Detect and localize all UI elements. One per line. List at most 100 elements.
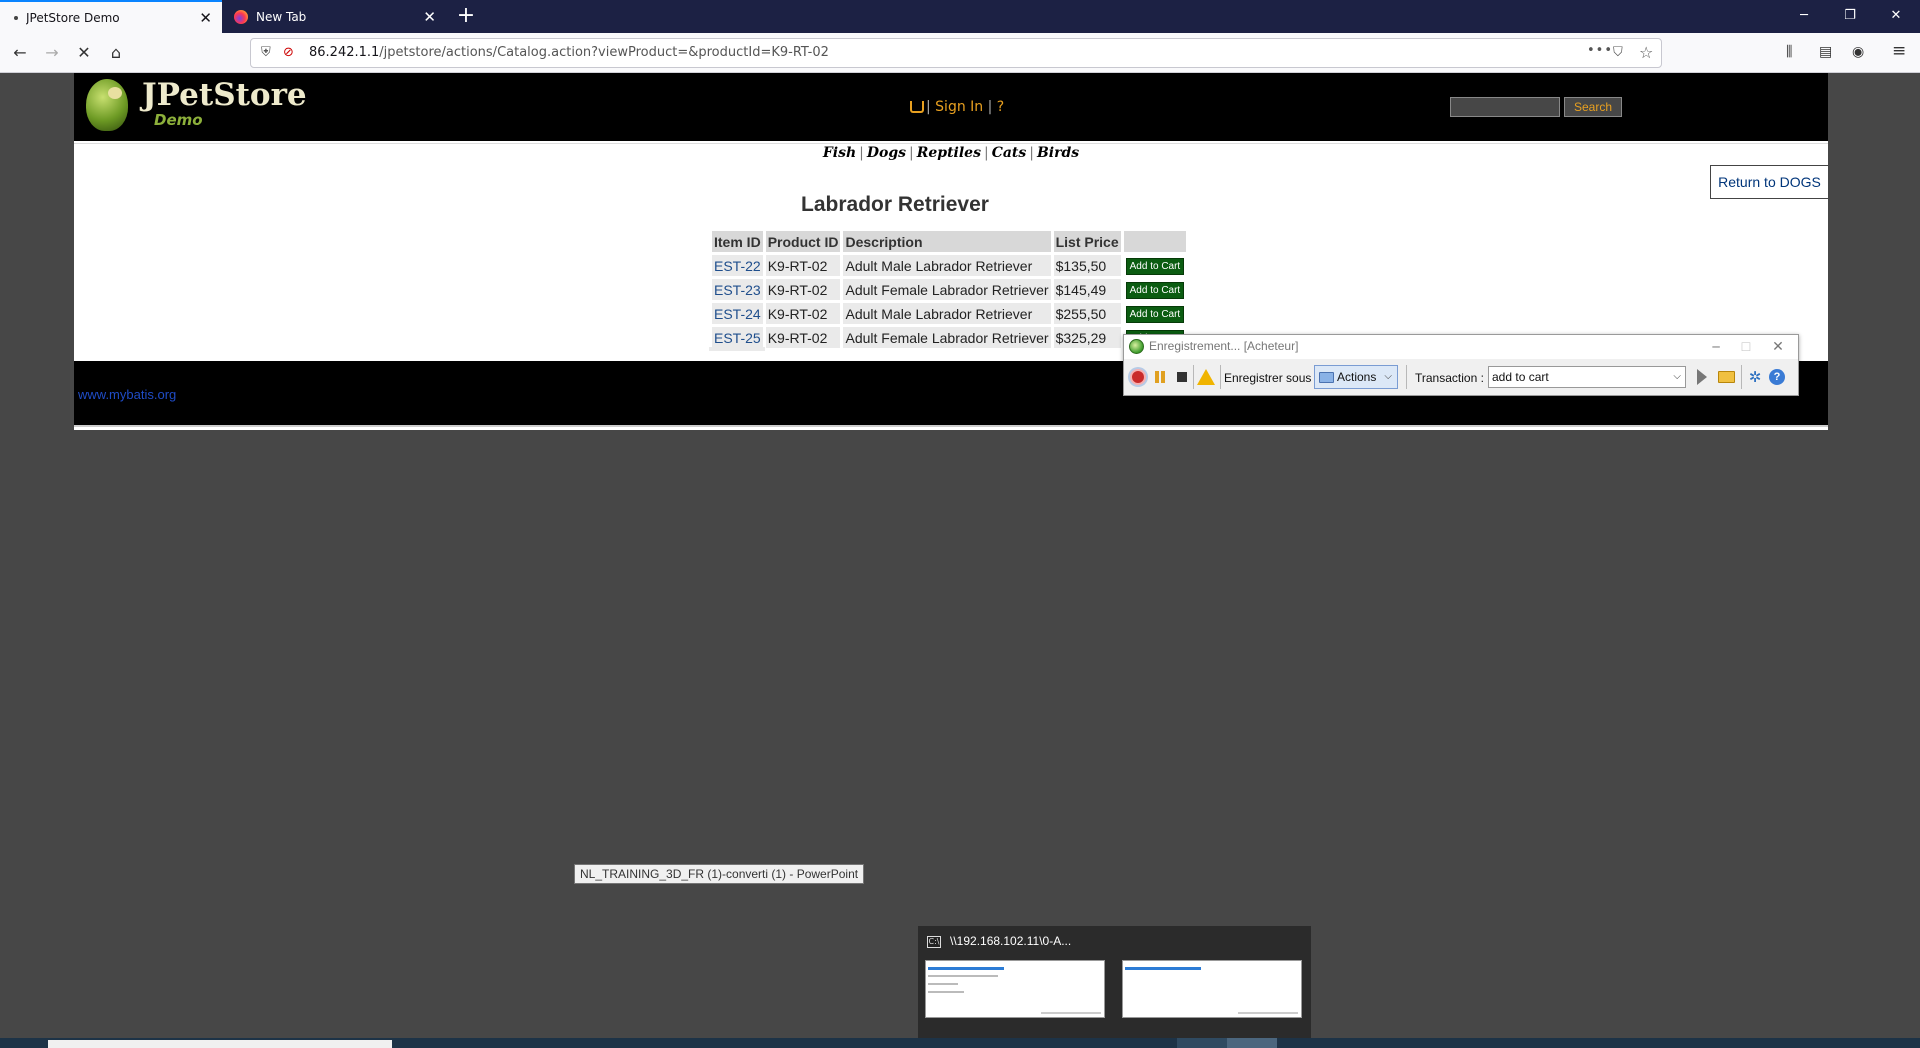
library-icon[interactable]: ⫼	[1786, 44, 1792, 60]
folder-icon	[1319, 372, 1334, 383]
new-tab-button[interactable]: +	[452, 3, 480, 31]
insecure-lock-icon[interactable]: ⊘	[283, 45, 294, 60]
preview-thumbnail[interactable]	[925, 960, 1105, 1018]
account-icon[interactable]: ◉	[1852, 44, 1864, 60]
warning-icon[interactable]	[1197, 369, 1215, 385]
category-link-reptiles[interactable]: Reptiles	[917, 145, 981, 161]
bookmark-star-icon[interactable]: ☆	[1639, 43, 1653, 62]
category-link-cats[interactable]: Cats	[992, 145, 1027, 161]
recorder-toolbar: Enregistrer sous : Actions ⌵ Transaction…	[1124, 359, 1798, 395]
thumbnail-highlight	[928, 967, 1004, 970]
transaction-value: add to cart	[1492, 370, 1549, 384]
category-link-birds[interactable]: Birds	[1037, 145, 1079, 161]
item-table: Item ID Product ID Description List Pric…	[709, 228, 1189, 351]
item-id-link[interactable]: EST-25	[712, 327, 763, 348]
cart-icon[interactable]	[910, 101, 924, 113]
tab-new-tab[interactable]: New Tab ✕	[224, 0, 446, 33]
taskbar-app-button[interactable]	[1177, 1038, 1227, 1048]
return-to-dogs-link[interactable]: Return to DOGS	[1710, 165, 1828, 199]
chevron-down-icon: ⌵	[1673, 371, 1681, 382]
table-row: EST-23 K9-RT-02 Adult Female Labrador Re…	[712, 279, 1187, 300]
sign-in-link[interactable]: Sign In	[935, 99, 983, 115]
preview-thumbnail[interactable]	[1122, 960, 1302, 1018]
navigation-toolbar: ← → ✕ ⌂ ⛨ ⊘ 86.242.1.1/jpetstore/actions…	[0, 33, 1920, 73]
terminal-icon: C:\	[927, 936, 941, 948]
settings-icon[interactable]: ✲	[1747, 369, 1763, 385]
pause-icon[interactable]	[1152, 369, 1168, 385]
search-input[interactable]	[1450, 97, 1560, 117]
chevron-down-icon: ⌵	[1384, 371, 1392, 382]
recorder-close-button[interactable]: ✕	[1763, 336, 1793, 358]
recorder-titlebar[interactable]: Enregistrement... [Acheteur] ─ ☐ ✕	[1124, 335, 1798, 359]
column-header: Product ID	[765, 231, 841, 252]
logo-title[interactable]: JPetStore	[142, 77, 307, 113]
url-text[interactable]: 86.242.1.1/jpetstore/actions/Catalog.act…	[309, 45, 829, 60]
next-arrow-icon[interactable]	[1697, 369, 1707, 385]
url-path: /jpetstore/actions/Catalog.action?viewPr…	[379, 45, 829, 60]
taskbar-search-box[interactable]	[48, 1040, 392, 1048]
browser-tab-bar: JPetStore Demo ✕ New Tab ✕ + ─ ❐ ✕	[0, 0, 1920, 33]
record-icon[interactable]	[1130, 369, 1146, 385]
column-header: Description	[843, 231, 1051, 252]
recorder-maximize-button[interactable]: ☐	[1731, 336, 1761, 358]
pocket-icon[interactable]: ⛉	[1613, 45, 1623, 60]
restore-button[interactable]: ❐	[1827, 0, 1873, 33]
header-divider	[74, 143, 1828, 144]
taskbar-app-button[interactable]	[1227, 1038, 1277, 1048]
product-id-cell: K9-RT-02	[765, 255, 841, 276]
windows-taskbar	[0, 1038, 1920, 1048]
close-icon[interactable]: ✕	[199, 9, 212, 27]
toolbar-separator	[1741, 365, 1742, 389]
parrot-logo-icon[interactable]	[86, 79, 128, 131]
toolbar-separator	[1193, 365, 1194, 389]
item-id-link[interactable]: EST-22	[712, 255, 763, 276]
item-id-link[interactable]: EST-24	[712, 303, 763, 324]
category-link-fish[interactable]: Fish	[823, 145, 856, 161]
product-id-cell: K9-RT-02	[765, 327, 841, 348]
mybatis-link[interactable]: www.mybatis.org	[78, 387, 176, 402]
forward-button[interactable]: →	[38, 39, 66, 67]
back-button[interactable]: ←	[6, 39, 34, 67]
category-link-dogs[interactable]: Dogs	[867, 145, 906, 161]
column-header: Item ID	[712, 231, 763, 252]
home-button[interactable]: ⌂	[102, 39, 130, 67]
firefox-icon	[234, 9, 248, 24]
minimize-button[interactable]: ─	[1781, 0, 1827, 33]
table-header-row: Item ID Product ID Description List Pric…	[712, 231, 1187, 252]
item-id-link[interactable]: EST-23	[712, 279, 763, 300]
price-cell: $325,29	[1053, 327, 1121, 348]
thumbnail-line	[1041, 1012, 1101, 1014]
menu-icon[interactable]: ≡	[1892, 41, 1906, 61]
description-cell: Adult Female Labrador Retriever	[843, 327, 1051, 348]
recorder-title: Enregistrement... [Acheteur]	[1149, 339, 1299, 353]
stop-reload-button[interactable]: ✕	[70, 39, 98, 67]
search-button[interactable]: Search	[1564, 97, 1622, 117]
add-to-cart-button[interactable]: Add to Cart	[1125, 258, 1185, 275]
product-id-cell: K9-RT-02	[765, 279, 841, 300]
stop-icon[interactable]	[1174, 369, 1190, 385]
close-window-button[interactable]: ✕	[1873, 0, 1919, 33]
open-folder-icon[interactable]	[1718, 371, 1735, 383]
help-icon[interactable]: ?	[1769, 369, 1785, 385]
add-to-cart-button[interactable]: Add to Cart	[1125, 306, 1185, 323]
action-folder-select[interactable]: Actions ⌵	[1314, 365, 1398, 389]
sidebar-icon[interactable]: ▤	[1819, 44, 1832, 60]
recorder-window: Enregistrement... [Acheteur] ─ ☐ ✕ Enreg…	[1123, 334, 1799, 396]
tab-jpetstore[interactable]: JPetStore Demo ✕	[0, 0, 222, 33]
action-cell: Add to Cart	[1123, 279, 1187, 300]
page-actions-icon[interactable]: •••	[1587, 43, 1613, 58]
close-icon[interactable]: ✕	[423, 8, 436, 26]
url-bar[interactable]: ⛨ ⊘ 86.242.1.1/jpetstore/actions/Catalog…	[250, 38, 1662, 68]
recorder-minimize-button[interactable]: ─	[1701, 336, 1731, 358]
header-menu: | Sign In | ?	[910, 99, 1004, 115]
category-nav: Fish | Dogs | Reptiles | Cats | Birds	[822, 145, 1080, 161]
thumbnail-line	[928, 983, 958, 985]
table-row: EST-25 K9-RT-02 Adult Female Labrador Re…	[712, 327, 1187, 348]
transaction-label: Transaction :	[1415, 371, 1484, 385]
help-link[interactable]: ?	[997, 99, 1004, 115]
add-to-cart-button[interactable]: Add to Cart	[1125, 282, 1185, 299]
column-header: List Price	[1053, 231, 1121, 252]
shield-icon[interactable]: ⛨	[261, 45, 271, 60]
transaction-combobox[interactable]: add to cart ⌵	[1488, 366, 1686, 388]
price-cell: $135,50	[1053, 255, 1121, 276]
